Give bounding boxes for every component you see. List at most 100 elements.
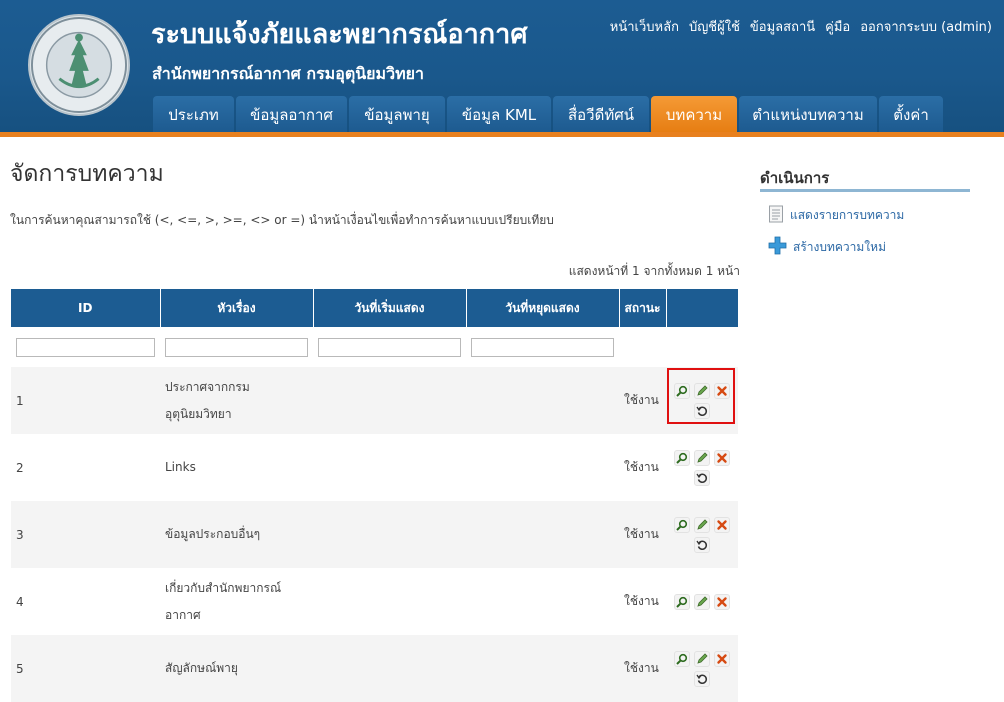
- site-title: ระบบแจ้งภัยและพยากรณ์อากาศ: [151, 19, 528, 50]
- plus-icon: [768, 236, 787, 258]
- cell-id: 3: [11, 501, 160, 568]
- view-icon[interactable]: [674, 449, 690, 466]
- column-header-actions: [666, 289, 738, 327]
- cell-title-line: ข้อมูลประกอบอื่นๆ: [165, 527, 261, 541]
- column-header-status[interactable]: สถานะ: [619, 289, 667, 327]
- cell-start-date: [313, 568, 466, 635]
- cell-id: 2: [11, 434, 160, 501]
- delete-icon[interactable]: [714, 449, 730, 466]
- sidebar-item-label: แสดงรายการบทความ: [790, 208, 905, 222]
- main-nav-tabs: ประเภท ข้อมูลอากาศ ข้อมูลพายุ ข้อมูล KML…: [153, 96, 943, 133]
- tab-settings[interactable]: ตั้งค่า: [879, 96, 943, 133]
- site-subtitle: สำนักพยากรณ์อากาศ กรมอุตุนิยมวิทยา: [152, 64, 424, 83]
- tab-video-media[interactable]: สื่อวีดีทัศน์: [553, 96, 649, 133]
- cell-end-date: [466, 635, 619, 702]
- cell-title: สัญลักษณ์พายุ: [160, 635, 313, 702]
- tab-storm-data[interactable]: ข้อมูลพายุ: [349, 96, 445, 133]
- top-link-account[interactable]: บัญชีผู้ใช้: [689, 16, 740, 37]
- top-link-manual[interactable]: คู่มือ: [825, 16, 850, 37]
- sidebar-item-list-articles[interactable]: แสดงรายการบทความ: [768, 205, 904, 226]
- view-icon[interactable]: [674, 516, 690, 533]
- filter-id-input[interactable]: [16, 337, 155, 357]
- cell-actions: [666, 568, 738, 635]
- top-links: หน้าเว็บหลัก บัญชีผู้ใช้ ข้อมูลสถานี คู่…: [610, 16, 992, 37]
- filter-start-date-input[interactable]: [318, 337, 461, 357]
- tab-category[interactable]: ประเภท: [153, 96, 234, 133]
- header-accent-bar: [0, 132, 1004, 137]
- column-header-id[interactable]: ID: [11, 289, 161, 327]
- cell-id: 4: [11, 568, 160, 635]
- tab-articles[interactable]: บทความ: [651, 96, 737, 133]
- cell-end-date: [466, 367, 619, 434]
- table-row: 3 ข้อมูลประกอบอื่นๆ ใช้งาน: [11, 501, 738, 568]
- cell-status: ใช้งาน: [619, 367, 666, 434]
- department-logo: [28, 14, 130, 116]
- top-link-stations[interactable]: ข้อมูลสถานี: [750, 16, 815, 37]
- cell-status: ใช้งาน: [619, 635, 666, 702]
- table-header-row: ID หัวเรื่อง วันที่เริ่มแสดง วันที่หยุดแ…: [11, 289, 738, 327]
- restore-icon[interactable]: [694, 536, 710, 553]
- table-row: 4 เกี่ยวกับสำนักพยากรณ์ อากาศ ใช้งาน: [11, 568, 738, 635]
- delete-icon[interactable]: [714, 593, 730, 610]
- cell-title: เกี่ยวกับสำนักพยากรณ์ อากาศ: [160, 568, 313, 635]
- articles-table: ID หัวเรื่อง วันที่เริ่มแสดง วันที่หยุดแ…: [11, 289, 738, 702]
- view-icon[interactable]: [674, 650, 690, 667]
- cell-title-line: ประกาศจากกรม: [165, 379, 250, 394]
- tab-weather-data[interactable]: ข้อมูลอากาศ: [236, 96, 347, 133]
- column-header-start-date[interactable]: วันที่เริ่มแสดง: [313, 289, 467, 327]
- list-icon: [768, 205, 784, 226]
- site-header: ระบบแจ้งภัยและพยากรณ์อากาศ สำนักพยากรณ์อ…: [0, 0, 1004, 137]
- column-header-end-date[interactable]: วันที่หยุดแสดง: [466, 289, 620, 327]
- cell-status: ใช้งาน: [619, 434, 666, 501]
- cell-title-line: สัญลักษณ์พายุ: [165, 661, 238, 675]
- highlight-box: [667, 368, 735, 424]
- cell-id: 5: [11, 635, 160, 702]
- cell-end-date: [466, 434, 619, 501]
- restore-icon[interactable]: [694, 670, 710, 687]
- delete-icon[interactable]: [714, 516, 730, 533]
- cell-title: ข้อมูลประกอบอื่นๆ: [160, 501, 313, 568]
- top-link-logout[interactable]: ออกจากระบบ (admin): [860, 16, 992, 37]
- cell-status: ใช้งาน: [619, 501, 666, 568]
- filter-title-input[interactable]: [165, 337, 308, 357]
- filter-row: [11, 327, 738, 367]
- cell-actions: [666, 501, 738, 568]
- cell-actions: [666, 635, 738, 702]
- cell-title-line: อุตุนิยมวิทยา: [165, 406, 232, 421]
- cell-title-line: เกี่ยวกับสำนักพยากรณ์: [165, 580, 282, 595]
- cell-title: Links: [160, 434, 313, 501]
- search-hint: ในการค้นหาคุณสามารถใช้ (<, <=, >, >=, <>…: [10, 213, 554, 227]
- page-title: จัดการบทความ: [10, 161, 164, 187]
- cell-end-date: [466, 568, 619, 635]
- view-icon[interactable]: [674, 593, 690, 610]
- filter-end-date-input[interactable]: [471, 337, 614, 357]
- cell-start-date: [313, 635, 466, 702]
- edit-icon[interactable]: [694, 449, 710, 466]
- edit-icon[interactable]: [694, 516, 710, 533]
- cell-actions: [666, 434, 738, 501]
- delete-icon[interactable]: [714, 650, 730, 667]
- tab-kml-data[interactable]: ข้อมูล KML: [447, 96, 551, 133]
- cell-end-date: [466, 501, 619, 568]
- column-header-title[interactable]: หัวเรื่อง: [160, 289, 314, 327]
- cell-start-date: [313, 434, 466, 501]
- cell-title-line: อากาศ: [165, 607, 201, 622]
- restore-icon[interactable]: [694, 469, 710, 486]
- cell-start-date: [313, 501, 466, 568]
- sidebar-divider: [760, 189, 970, 192]
- pager-summary: แสดงหน้าที่ 1 จากทั้งหมด 1 หน้า: [568, 264, 740, 278]
- table-row: 5 สัญลักษณ์พายุ ใช้งาน: [11, 635, 738, 702]
- cell-status: ใช้งาน: [619, 568, 666, 635]
- edit-icon[interactable]: [694, 593, 710, 610]
- table-row: 1 ประกาศจากกรม อุตุนิยมวิทยา ใช้งาน: [11, 367, 738, 434]
- sidebar-title: ดำเนินการ: [760, 169, 830, 187]
- cell-title: ประกาศจากกรม อุตุนิยมวิทยา: [160, 367, 313, 434]
- tab-article-positions[interactable]: ตำแหน่งบทความ: [739, 96, 877, 133]
- cell-start-date: [313, 367, 466, 434]
- table-row: 2 Links ใช้งาน: [11, 434, 738, 501]
- top-link-home[interactable]: หน้าเว็บหลัก: [610, 16, 679, 37]
- sidebar-item-label: สร้างบทความใหม่: [793, 239, 886, 254]
- edit-icon[interactable]: [694, 650, 710, 667]
- sidebar-item-create-article[interactable]: สร้างบทความใหม่: [768, 236, 886, 258]
- cell-title-line: Links: [165, 460, 196, 474]
